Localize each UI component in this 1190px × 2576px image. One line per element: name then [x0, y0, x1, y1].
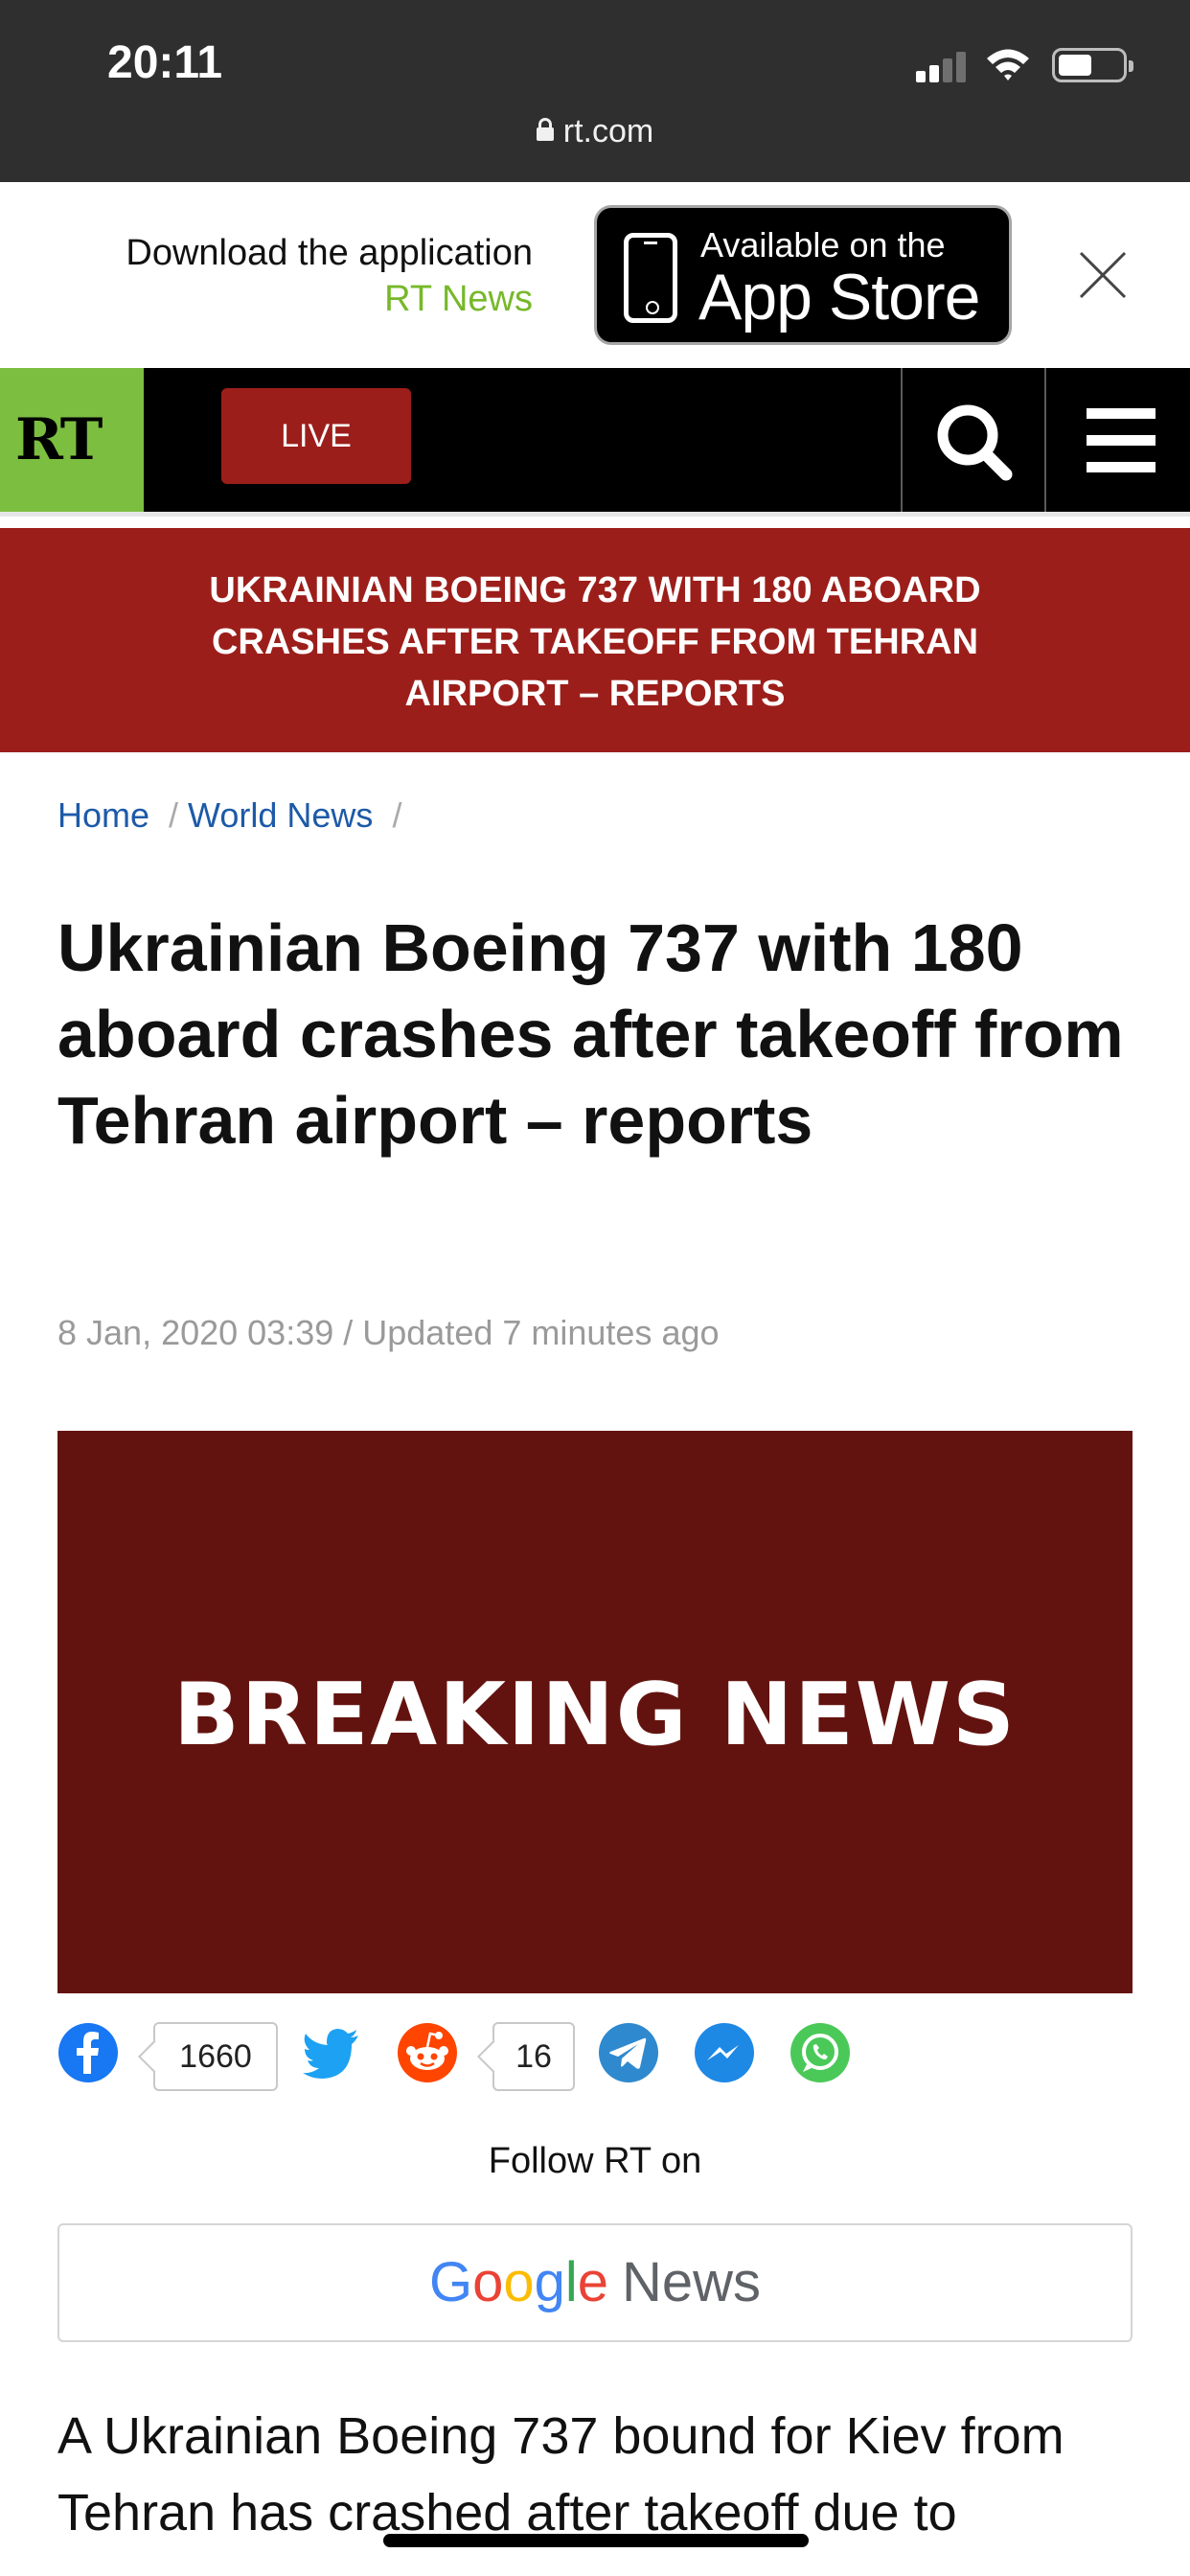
article-headline: Ukrainian Boeing 737 with 180 aboard cra… [57, 910, 1124, 1158]
search-icon[interactable] [903, 368, 1044, 512]
app-banner: Download the application RT News Availab… [0, 182, 1190, 368]
breadcrumb-world-news[interactable]: World News [188, 795, 373, 835]
article-body-line: A Ukrainian Boeing 737 bound for Kiev fr… [57, 2407, 1064, 2465]
live-button[interactable]: LIVE [221, 388, 411, 484]
status-time: 20:11 [107, 37, 223, 88]
battery-icon [1052, 48, 1133, 82]
facebook-icon[interactable] [57, 2022, 119, 2083]
google-letter: l [564, 2251, 578, 2313]
url-text: rt.com [562, 113, 654, 150]
menu-icon[interactable] [1046, 368, 1190, 512]
breaking-news-banner[interactable]: UKRAINIAN BOEING 737 WITH 180 ABOARD CRA… [0, 528, 1190, 752]
article-dateline: 8 Jan, 2020 03:39 / Updated 7 minutes ag… [57, 1313, 720, 1352]
screen: 20:11 rt.com Download the application RT… [0, 0, 1190, 2576]
article-body: A Ukrainian Boeing 737 bound for Kiev fr… [57, 2398, 1159, 2551]
phone-icon [624, 233, 677, 323]
address-bar[interactable]: rt.com [0, 113, 1190, 150]
google-letter: G [428, 2251, 473, 2313]
follow-label: Follow RT on [488, 2141, 702, 2181]
rt-logo[interactable]: RT [0, 368, 144, 512]
share-row: 1660 16 [57, 2022, 1133, 2095]
banner-text: Download the application RT News [126, 230, 533, 322]
close-icon[interactable] [1079, 251, 1127, 299]
reddit-icon[interactable] [397, 2022, 458, 2083]
twitter-icon[interactable] [301, 2022, 362, 2083]
hero-image[interactable]: BREAKING NEWS [57, 1431, 1133, 1993]
banner-line1: Download the application [126, 233, 533, 273]
google-letter: e [577, 2251, 609, 2313]
nav-underline [0, 512, 1190, 517]
home-indicator[interactable] [383, 2534, 809, 2547]
logo-text: RT [15, 406, 103, 473]
breadcrumb: Home / World News / [57, 795, 411, 836]
facebook-share-count: 1660 [153, 2022, 278, 2091]
signal-icon [916, 52, 968, 82]
app-store-big-label: App Store [698, 261, 980, 334]
app-store-button[interactable]: Available on the App Store [594, 205, 1012, 345]
google-letter: o [503, 2251, 535, 2313]
hero-text: BREAKING NEWS [173, 1665, 1017, 1765]
wifi-icon [987, 49, 1029, 80]
whatsapp-icon[interactable] [790, 2022, 851, 2083]
google-letter: o [472, 2251, 504, 2313]
banner-app-name[interactable]: RT News [126, 276, 533, 322]
lock-icon [536, 118, 554, 142]
telegram-icon[interactable] [598, 2022, 659, 2083]
google-news-word: News [622, 2251, 762, 2313]
breadcrumb-separator: / [392, 795, 402, 835]
messenger-icon[interactable] [694, 2022, 755, 2083]
google-news-button[interactable]: Google News [57, 2223, 1133, 2342]
breadcrumb-separator: / [169, 795, 179, 835]
nav-bar: RT LIVE [0, 368, 1190, 512]
breadcrumb-home[interactable]: Home [57, 795, 149, 835]
google-letter: g [534, 2251, 565, 2313]
reddit-share-count: 16 [492, 2022, 575, 2091]
status-bar: 20:11 rt.com [0, 0, 1190, 182]
